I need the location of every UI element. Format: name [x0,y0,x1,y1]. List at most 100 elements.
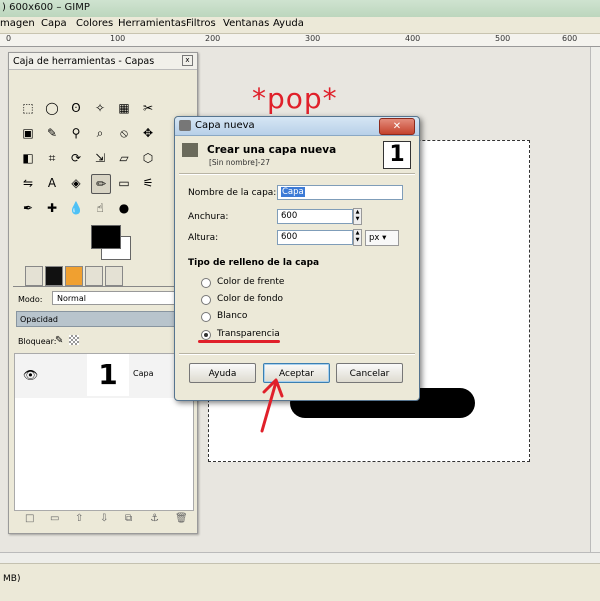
opacity-slider[interactable]: Opacidad 100 [16,311,197,327]
tab-patterns[interactable] [65,266,83,286]
radio-transparency[interactable] [201,330,211,340]
foreground-color[interactable] [91,225,121,249]
duplicate-layer-icon[interactable]: ⧉ [125,513,132,524]
tab-brushes[interactable] [45,266,63,286]
anchor-icon[interactable]: ⚓ [150,513,159,524]
color-picker-icon[interactable]: ⚲ [67,124,85,142]
cancel-button[interactable]: Cancelar [336,363,403,383]
foreground-select-icon[interactable]: ▣ [19,124,37,142]
blur-icon[interactable]: 💧 [67,199,85,217]
radio-background-label[interactable]: Color de fondo [217,294,283,304]
radio-transparency-label[interactable]: Transparencia [217,329,280,339]
width-field[interactable]: 600 [277,209,353,224]
lock-alpha-icon[interactable] [69,335,79,345]
rect-select-icon[interactable]: ⬚ [19,99,37,117]
toolbox-window: Caja de herramientas - Capas x ⬚ ◯ ʘ ✧ ▦… [8,52,198,534]
ruler-tick-label: 0 [6,34,12,43]
layer-row[interactable]: 👁 1 Capa [15,354,193,398]
menu-capa[interactable]: Capa [41,18,67,29]
height-stepper[interactable]: ▲ ▼ [353,229,362,246]
menu-imagen[interactable]: magen [0,18,35,29]
move-icon[interactable]: ✥ [139,124,157,142]
radio-foreground[interactable] [201,278,211,288]
scale-icon[interactable]: ⇲ [91,149,109,167]
pencil-icon[interactable]: ✏ [91,174,111,194]
tab-fonts[interactable] [105,266,123,286]
perspective-icon[interactable]: ⬡ [139,149,157,167]
flip-icon[interactable]: ⇋ [19,174,37,192]
menu-ventanas[interactable]: Ventanas [223,18,269,29]
menu-herramientas[interactable]: Herramientas [118,18,186,29]
dialog-header: Crear una capa nueva [Sin nombre]-27 1 [179,139,415,169]
rotate-icon[interactable]: ⟳ [67,149,85,167]
tab-tool-options[interactable] [25,266,43,286]
vertical-scrollbar[interactable] [590,47,600,560]
airbrush-icon[interactable]: ⚟ [139,174,157,192]
lower-layer-icon[interactable]: ⇩ [100,513,108,524]
fill-type-heading: Tipo de relleno de la capa [188,258,320,268]
unit-select[interactable]: px ▾ [365,230,399,246]
opacity-label: Opacidad [20,315,58,324]
menu-filtros[interactable]: Filtros [186,18,216,29]
lock-pixels-icon[interactable]: ✎ [55,335,63,346]
lock-label: Bloquear: [18,337,57,346]
horizontal-ruler: 0 100 200 300 400 500 600 [0,34,600,47]
radio-background[interactable] [201,295,211,305]
layer-buttons: □ ▭ ⇧ ⇩ ⧉ ⚓ 🗑 [17,513,192,527]
delete-layer-icon[interactable]: 🗑 [175,513,188,524]
layer-icon [182,143,198,157]
gimp-icon [179,120,191,131]
layer-name-field[interactable]: Capa [277,185,403,200]
status-text: MB) [3,574,21,584]
scissors-icon[interactable]: ✂ [139,99,157,117]
window-title: ) 600x600 – GIMP [2,2,90,13]
select-by-color-icon[interactable]: ▦ [115,99,133,117]
radio-white-label[interactable]: Blanco [217,311,247,321]
ruler-tick-label: 500 [495,34,511,43]
paths-icon[interactable]: ✎ [43,124,61,142]
height-field[interactable]: 600 [277,230,353,245]
ink-icon[interactable]: ✒ [19,199,37,217]
folder-icon[interactable]: ▭ [50,513,59,524]
fuzzy-select-icon[interactable]: ✧ [91,99,109,117]
toolbox-title: Caja de herramientas - Capas [13,56,155,67]
dialog-titlebar: Capa nueva ✕ [175,117,419,136]
new-layer-icon[interactable]: □ [25,513,34,524]
layer-name[interactable]: Capa [133,369,153,378]
annotation-text: *pop* [252,82,338,115]
mode-select[interactable]: Normal [52,291,192,305]
measure-icon[interactable]: ⦸ [115,124,133,142]
red-underline-annotation [198,340,280,343]
close-icon[interactable]: ✕ [379,118,415,135]
eye-icon[interactable]: 👁 [23,368,38,382]
menu-ayuda[interactable]: Ayuda [273,18,304,29]
shear-icon[interactable]: ▱ [115,149,133,167]
ruler-tick-label: 400 [405,34,421,43]
ruler-tick-label: 100 [110,34,126,43]
red-arrow-annotation [260,378,284,433]
eraser-icon[interactable]: ▭ [115,174,133,192]
layer-name-value: Capa [281,187,305,197]
tab-gradients[interactable] [85,266,103,286]
bucket-fill-icon[interactable]: ◈ [67,174,85,192]
align-icon[interactable]: ◧ [19,149,37,167]
radio-white[interactable] [201,312,211,322]
ruler-tick-label: 300 [305,34,321,43]
raise-layer-icon[interactable]: ⇧ [75,513,83,524]
statusbar: MB) [0,563,600,601]
dodge-burn-icon[interactable]: ● [115,199,133,217]
ellipse-select-icon[interactable]: ◯ [43,99,61,117]
close-icon[interactable]: x [182,55,193,66]
help-button[interactable]: Ayuda [189,363,256,383]
text-icon[interactable]: A [43,174,61,192]
crop-icon[interactable]: ⌗ [43,149,61,167]
width-stepper[interactable]: ▲ ▼ [353,208,362,225]
smudge-icon[interactable]: ☝ [91,199,109,217]
menu-colores[interactable]: Colores [76,18,113,29]
window-titlebar: ) 600x600 – GIMP [0,0,600,18]
lasso-icon[interactable]: ʘ [67,99,85,117]
heal-icon[interactable]: ✚ [43,199,61,217]
zoom-icon[interactable]: ⌕ [91,124,109,142]
radio-foreground-label[interactable]: Color de frente [217,277,284,287]
horizontal-scrollbar[interactable] [0,552,600,563]
